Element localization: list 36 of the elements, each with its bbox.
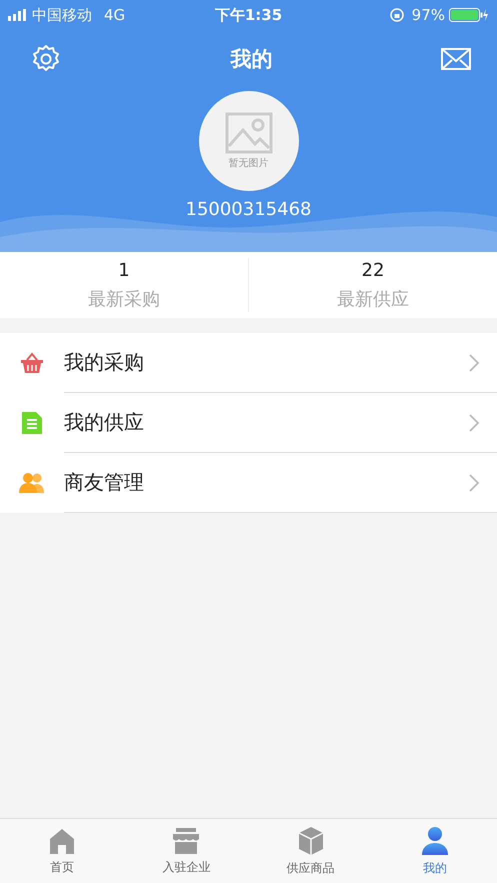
store-icon [172, 826, 200, 854]
image-placeholder-icon [224, 112, 272, 154]
stat-label: 最新供应 [337, 288, 409, 310]
carrier-text: 中国移动 [32, 6, 92, 24]
menu-row[interactable]: 我的采购 [0, 333, 497, 393]
menu-label: 我的供应 [64, 409, 145, 436]
menu-row[interactable]: 商友管理 [0, 453, 497, 513]
network-text: 4G [104, 6, 126, 24]
menu-label: 我的采购 [64, 349, 145, 376]
chevron-icon [469, 354, 479, 372]
battery-icon [449, 7, 489, 23]
rotation-lock-icon [390, 8, 404, 22]
tab-item[interactable]: 我的 [372, 819, 497, 883]
menu-row[interactable]: 我的供应 [0, 393, 497, 453]
stat-value: 1 [118, 260, 130, 280]
avatar-caption: 暂无图片 [228, 156, 268, 170]
people-icon [19, 472, 45, 494]
home-icon [48, 826, 76, 854]
mail-icon[interactable] [441, 47, 471, 71]
document-icon [21, 411, 43, 435]
tab-item[interactable]: 供应商品 [248, 819, 373, 883]
tab-item[interactable]: 首页 [0, 819, 124, 883]
user-icon [420, 826, 449, 856]
stat-label: 最新采购 [88, 288, 160, 310]
phone-number: 15000315468 [186, 199, 312, 220]
signal-icon [8, 9, 28, 21]
status-time: 下午1:35 [214, 6, 282, 24]
chevron-icon [469, 474, 479, 492]
box-icon [296, 826, 325, 856]
basket-icon [20, 352, 44, 374]
page-title: 我的 [230, 46, 272, 73]
battery-percent: 97% [412, 6, 445, 24]
stat-value: 22 [362, 260, 384, 280]
tab-item[interactable]: 入驻企业 [124, 819, 248, 883]
chevron-icon [469, 414, 479, 432]
menu-label: 商友管理 [64, 469, 145, 496]
